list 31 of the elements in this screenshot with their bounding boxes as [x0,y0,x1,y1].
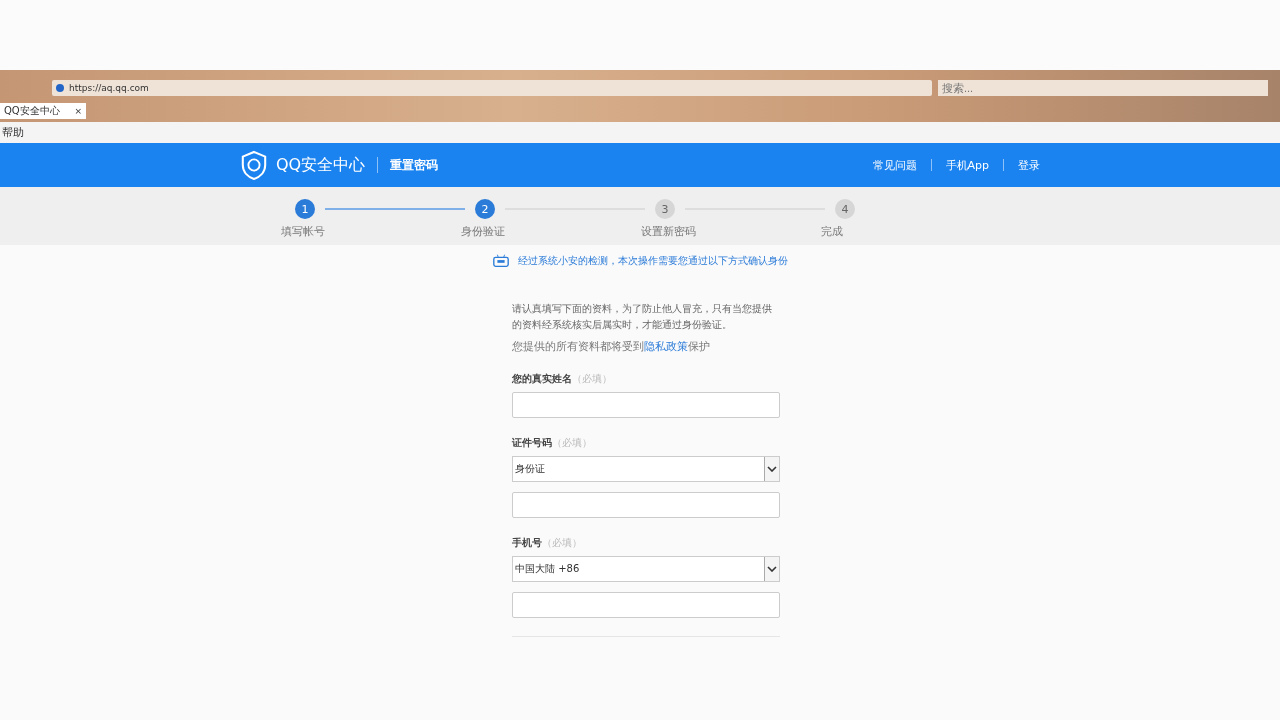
search-field[interactable]: 搜索... [938,80,1268,96]
logo-text: QQ安全中心 [276,154,366,176]
select-dropdown[interactable]: 中国大陆 +86 [512,556,780,582]
section-title: 重置密码 [390,156,439,174]
privacy-link[interactable]: 隐私政策 [644,340,688,353]
step-label: 填写帐号 [281,224,326,239]
input-field[interactable] [512,392,780,418]
input-field[interactable] [512,492,780,518]
caret-icon [764,457,779,481]
notice-text: 经过系统小安的检测，本次操作需要您通过以下方式确认身份 [518,254,788,268]
input-field[interactable] [512,592,780,618]
url-text: https://aq.qq.com [69,83,149,93]
address-bar[interactable]: https://aq.qq.com [52,80,932,96]
step-number: 1 [295,199,315,219]
privacy-text: 您提供的所有资料都将受到隐私政策保护 [512,339,711,354]
menu-item[interactable]: 帮助 [2,125,24,140]
caret-icon [764,557,779,581]
browser-tab[interactable]: QQ安全中心 × [0,103,86,119]
intro-text: 请认真填写下面的资料，为了防止他人冒充，只有当您提供的资料经系统核实后属实时，才能通过身份验证。 [512,302,773,332]
step-label: 完成 [821,224,844,239]
nav-link[interactable]: 登录 [1018,157,1040,173]
step-number: 2 [475,199,495,219]
step-label: 设置新密码 [641,224,697,239]
select-dropdown[interactable]: 身份证 [512,456,780,482]
robot-icon [492,253,510,269]
nav-link[interactable]: 常见问题 [872,157,917,173]
nav-link[interactable]: 手机App [945,157,989,173]
step-number: 4 [835,199,855,219]
close-icon[interactable]: × [74,106,82,116]
step-label: 身份验证 [461,224,506,239]
step-number: 3 [655,199,675,219]
